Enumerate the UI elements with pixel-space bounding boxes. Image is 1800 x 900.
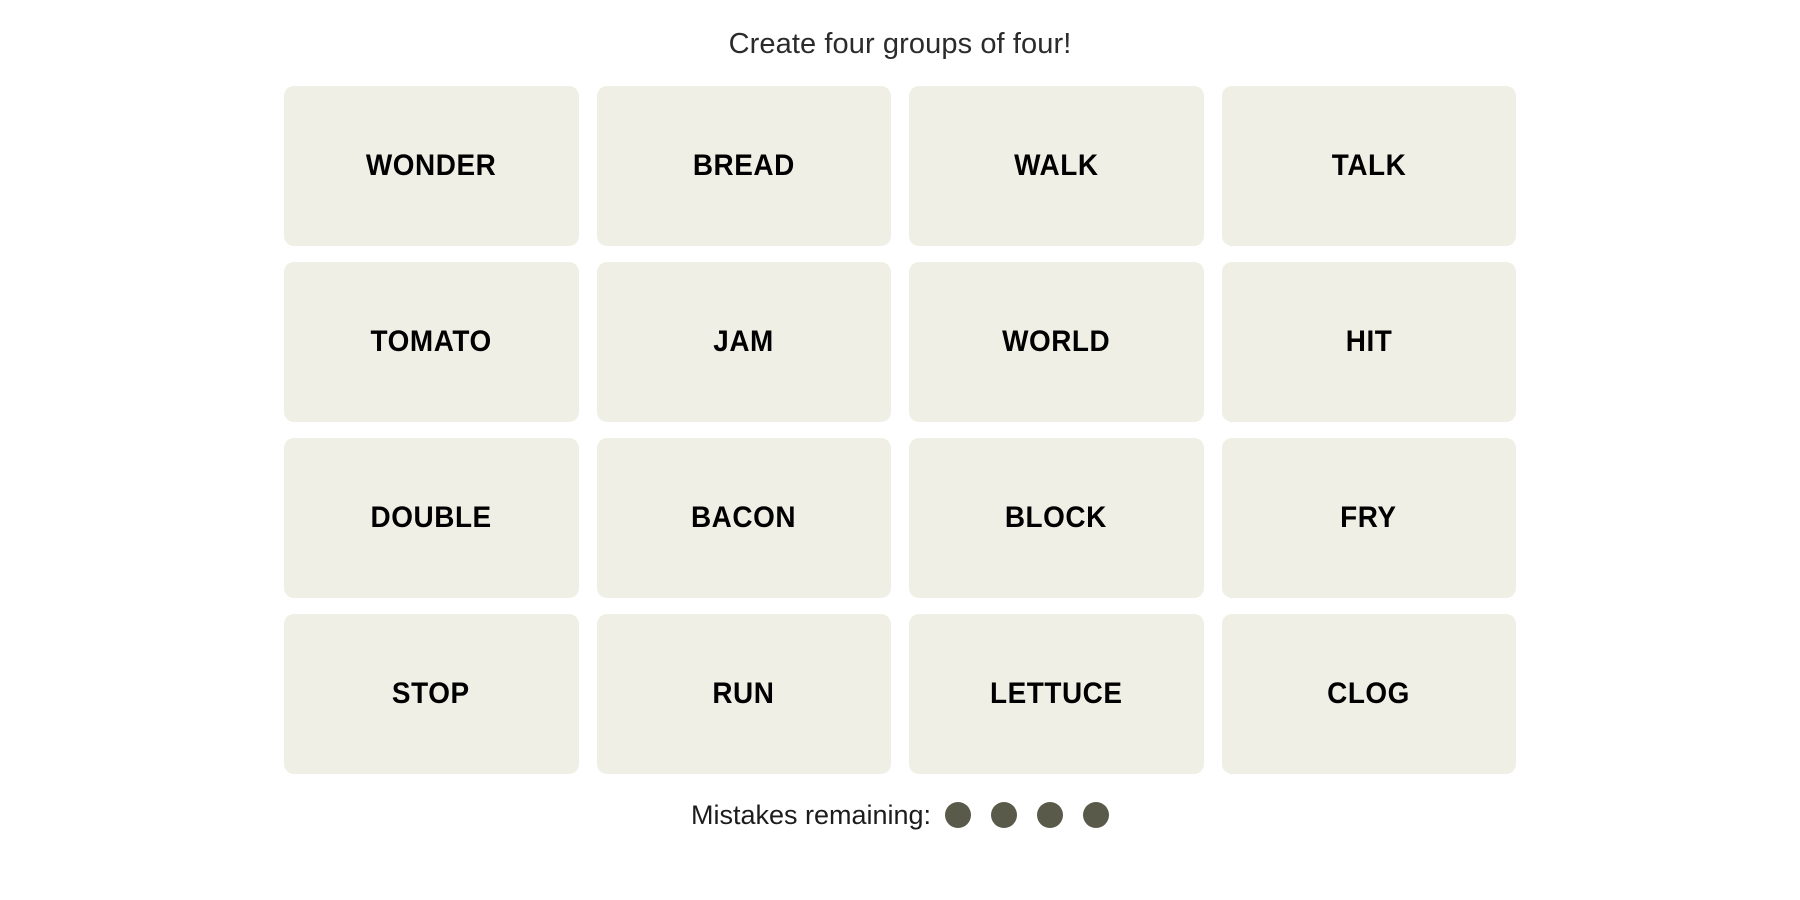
mistakes-remaining-row: Mistakes remaining: <box>690 799 1110 830</box>
puzzle-header: Create four groups of four! <box>0 27 1800 62</box>
word-tile-label: DOUBLE <box>370 500 492 534</box>
word-tile[interactable]: LETTUCE <box>909 613 1204 774</box>
word-tile[interactable]: STOP <box>284 613 579 774</box>
word-tile[interactable]: FRY <box>1221 437 1516 598</box>
word-tile-label: FRY <box>1340 500 1397 534</box>
word-tile[interactable]: BLOCK <box>909 437 1204 598</box>
word-tile-label: BLOCK <box>1005 500 1108 534</box>
word-tile-label: WALK <box>1014 148 1099 182</box>
mistake-dot <box>1083 802 1110 829</box>
puzzle-board: WONDER BREAD WALK TALK TOMATO JAM WORLD HIT DOUB… <box>284 85 1516 774</box>
word-tile[interactable]: TOMATO <box>284 261 579 422</box>
word-tile[interactable]: TALK <box>1221 85 1516 246</box>
word-tile[interactable]: DOUBLE <box>284 437 579 598</box>
word-tile[interactable]: BACON <box>596 437 891 598</box>
word-tile-label: RUN <box>712 676 775 710</box>
word-tile-label: CLOG <box>1327 676 1411 710</box>
word-tile-label: TALK <box>1331 148 1407 182</box>
word-tile-label: STOP <box>392 676 471 710</box>
word-tile-label: TOMATO <box>370 324 492 358</box>
word-tile[interactable]: WORLD <box>909 261 1204 422</box>
word-tile[interactable]: RUN <box>596 613 891 774</box>
word-tile-label: JAM <box>713 324 775 358</box>
word-tile-label: HIT <box>1345 324 1393 358</box>
word-tile[interactable]: JAM <box>596 261 891 422</box>
word-tile[interactable]: WALK <box>909 85 1204 246</box>
page-title: Create four groups of four! <box>728 28 1072 60</box>
word-tile-label: WONDER <box>366 148 497 182</box>
mistake-dot-group <box>945 802 1110 829</box>
mistakes-remaining-label: Mistakes remaining: <box>690 799 932 830</box>
word-tile[interactable]: BREAD <box>596 85 891 246</box>
word-tile-label: BACON <box>691 500 797 534</box>
word-tile[interactable]: CLOG <box>1221 613 1516 774</box>
word-tile-label: LETTUCE <box>989 676 1123 710</box>
word-tile[interactable]: WONDER <box>284 85 579 246</box>
word-tile-label: WORLD <box>1002 324 1111 358</box>
mistake-dot <box>991 802 1018 829</box>
mistake-dot <box>1037 802 1064 829</box>
word-tile-label: BREAD <box>692 148 795 182</box>
word-tile[interactable]: HIT <box>1221 261 1516 422</box>
mistake-dot <box>945 802 972 829</box>
